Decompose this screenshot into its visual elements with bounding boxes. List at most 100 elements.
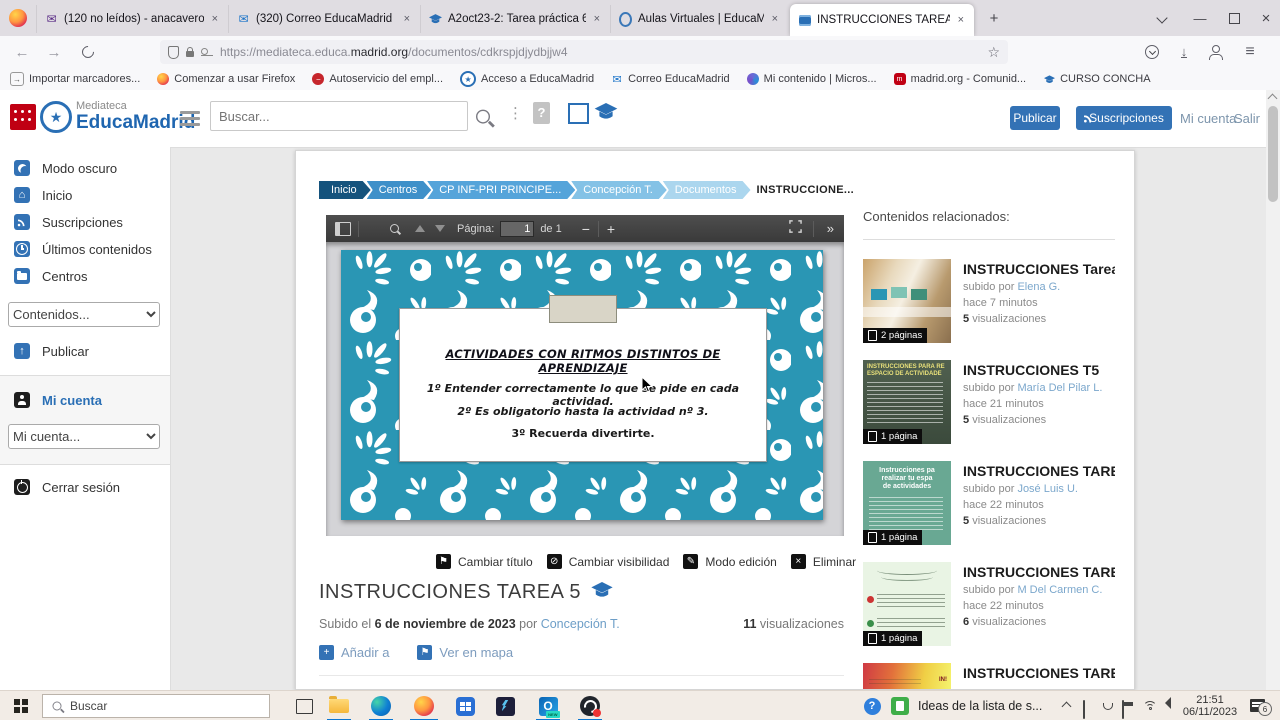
toast-notification-text[interactable]: Ideas de la lista de s...	[918, 699, 1042, 713]
powershell-icon[interactable]	[493, 694, 517, 718]
browser-tab-mail-1[interactable]: ✉ (120 no leídos) - anacaveropint ×	[36, 5, 228, 33]
bookmark-item[interactable]: Mi contenido | Micros...	[746, 73, 877, 85]
task-view-icon[interactable]	[296, 699, 313, 714]
sidebar-item-centers[interactable]: Centros	[14, 268, 88, 284]
academic-cap-icon[interactable]	[594, 103, 618, 125]
bookmark-star-icon[interactable]: ☆	[987, 44, 1000, 61]
related-item[interactable]: INSTRUCCIONES PARA RE ESPACIO DE ACTIVIDA…	[863, 360, 1115, 452]
toggle-sidebar-icon[interactable]	[335, 221, 351, 236]
site-search-input[interactable]	[210, 101, 468, 131]
scrollbar-thumb[interactable]	[1268, 106, 1278, 202]
menu-hamburger-icon[interactable]: ≡	[1238, 41, 1262, 63]
my-account-link[interactable]: Mi cuenta	[1180, 111, 1236, 126]
breadcrumb-home[interactable]: Inicio	[319, 181, 371, 199]
tab-close-icon[interactable]: ×	[956, 14, 966, 26]
taskbar-search[interactable]: Buscar	[42, 694, 270, 718]
close-window-button[interactable]: ×	[1250, 0, 1280, 36]
company-portal-icon[interactable]	[453, 694, 477, 718]
help-icon[interactable]: ?	[533, 102, 550, 124]
sidebar-item-home[interactable]: ⌂ Inicio	[14, 187, 72, 203]
uploader-link[interactable]: M Del Carmen C.	[1017, 584, 1102, 596]
pocket-icon[interactable]	[1140, 41, 1164, 63]
tab-close-icon[interactable]: ×	[592, 13, 602, 25]
bookmark-item[interactable]: − Autoservicio del empl...	[312, 73, 443, 85]
page-number-input[interactable]	[500, 220, 535, 237]
firefox-icon[interactable]	[412, 694, 436, 718]
breadcrumb-user[interactable]: Concepción T.	[571, 181, 667, 199]
related-thumbnail[interactable]: IN!	[863, 663, 951, 689]
related-thumbnail[interactable]: INSTRUCCIONES PARA RE ESPACIO DE ACTIVIDA…	[863, 360, 951, 444]
search-icon[interactable]	[476, 105, 490, 130]
educamadrid-logo-icon[interactable]: ★	[40, 101, 72, 133]
uploader-link[interactable]: María Del Pilar L.	[1017, 382, 1102, 394]
add-to-link[interactable]: + Añadir a	[319, 645, 389, 660]
edit-mode-button[interactable]: ✎ Modo edición	[683, 554, 777, 569]
bookmark-item[interactable]: Comenzar a usar Firefox	[157, 73, 295, 85]
view-on-map-link[interactable]: ⚑ Ver en mapa	[417, 645, 513, 660]
tab-list-dropdown-icon[interactable]	[1146, 0, 1178, 36]
tablet-icon[interactable]	[1083, 700, 1085, 719]
notification-center-icon[interactable]: 6	[1250, 699, 1272, 716]
related-thumbnail[interactable]: 1 página	[863, 562, 951, 646]
uploader-link[interactable]: José Luis U.	[1017, 483, 1078, 495]
account-select[interactable]: Mi cuenta...	[8, 424, 160, 449]
sidebar-item-publish[interactable]: ↑ Publicar	[14, 343, 89, 359]
breadcrumb-centers[interactable]: Centros	[367, 181, 432, 199]
taskbar-clock[interactable]: 21:51 06/11/2023	[1178, 694, 1242, 718]
permissions-icon[interactable]	[201, 48, 213, 56]
page-scrollbar[interactable]	[1266, 90, 1280, 690]
uploader-link[interactable]: Elena G.	[1017, 281, 1060, 293]
scroll-up-icon[interactable]	[1267, 93, 1278, 104]
page-up-icon[interactable]	[415, 225, 425, 232]
bookmark-item[interactable]: ★ Acceso a EducaMadrid	[460, 71, 594, 87]
lock-icon[interactable]	[186, 47, 194, 57]
related-thumbnail[interactable]: Instrucciones pa realizar tu espa de activ…	[863, 461, 951, 545]
browser-tab-aulas-virtuales[interactable]: Aulas Virtuales | EducaMadrid ×	[610, 5, 788, 33]
related-title[interactable]: INSTRUCCIONES TARE...	[963, 463, 1115, 479]
bookmark-item[interactable]: CURSO CONCHA	[1043, 73, 1151, 85]
toast-app-icon[interactable]	[888, 694, 912, 718]
sidebar-item-dark-mode[interactable]: Modo oscuro	[14, 160, 117, 176]
find-icon[interactable]	[390, 224, 399, 233]
reload-icon[interactable]	[76, 41, 100, 63]
logout-link[interactable]: Salir	[1234, 111, 1260, 126]
firefox-view-icon[interactable]	[9, 9, 27, 27]
related-title[interactable]: INSTRUCCIONES TARE...	[963, 564, 1115, 580]
forward-icon[interactable]: →	[42, 41, 66, 63]
new-tab-button[interactable]: +	[982, 8, 1006, 30]
breadcrumb-school[interactable]: CP INF-PRI PRINCIPE...	[427, 181, 575, 199]
tab-close-icon[interactable]: ×	[402, 13, 412, 25]
publish-button[interactable]: Publicar	[1010, 106, 1060, 130]
related-item[interactable]: Instrucciones pa realizar tu espa de activ…	[863, 461, 1115, 553]
outlook-icon[interactable]: O	[536, 694, 560, 718]
select-checkbox[interactable]	[568, 103, 589, 124]
help-bubble-icon[interactable]: ?	[860, 694, 884, 718]
breadcrumb-documents[interactable]: Documentos	[663, 181, 751, 199]
change-visibility-button[interactable]: ⊘ Cambiar visibilidad	[546, 554, 669, 569]
bookmark-item[interactable]: m madrid.org - Comunid...	[893, 73, 1026, 85]
brand-educamadrid[interactable]: EducaMadrid	[76, 112, 195, 134]
bookmark-item[interactable]: ✉ Correo EducaMadrid	[611, 73, 730, 86]
sidebar-item-logout[interactable]: Cerrar sesión	[14, 479, 120, 495]
minimize-button[interactable]: —	[1184, 0, 1216, 36]
zoom-in-icon[interactable]: +	[601, 221, 621, 237]
related-title[interactable]: INSTRUCCIONES TARE...	[963, 665, 1115, 681]
related-item[interactable]: 2 páginas INSTRUCCIONES Tarea5 subido po…	[863, 259, 1115, 351]
tracking-shield-icon[interactable]	[168, 45, 179, 59]
toolbar-more-icon[interactable]: »	[821, 221, 840, 236]
sidebar-item-subscriptions[interactable]: Suscripciones	[14, 214, 123, 230]
related-thumbnail[interactable]: 2 páginas	[863, 259, 951, 343]
sidebar-item-latest[interactable]: Últimos contenidos	[14, 241, 152, 257]
restore-button[interactable]	[1218, 0, 1250, 36]
contents-select[interactable]: Contenidos...	[8, 302, 160, 327]
more-options-icon[interactable]: ⋮	[508, 104, 523, 122]
fullscreen-icon[interactable]	[788, 219, 802, 238]
subscriptions-button[interactable]: Suscripciones	[1076, 106, 1172, 130]
obs-icon[interactable]	[578, 694, 602, 718]
tab-close-icon[interactable]: ×	[770, 13, 780, 25]
tray-expand-icon[interactable]	[1061, 701, 1072, 712]
uploader-link[interactable]: Concepción T.	[541, 617, 620, 631]
sidebar-item-my-account[interactable]: Mi cuenta	[14, 392, 102, 408]
related-item[interactable]: 1 página INSTRUCCIONES TARE... subido po…	[863, 562, 1115, 654]
browser-tab-mail-2[interactable]: ✉ (320) Correo EducaMadrid :: En ×	[228, 5, 420, 33]
